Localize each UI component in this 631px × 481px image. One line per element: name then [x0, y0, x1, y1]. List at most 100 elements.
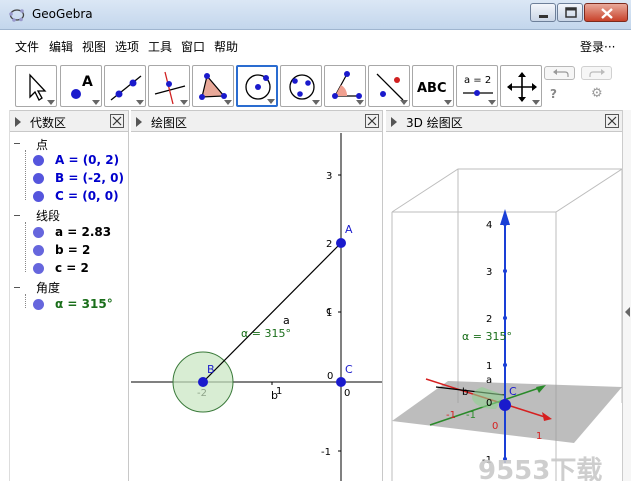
menu-bar: 文件 编辑 视图 选项 工具 窗口 帮助 登录···: [0, 30, 631, 60]
toolbar: A ABC a = 2 ? ⚙: [0, 60, 631, 110]
algebra-item-c[interactable]: c = 2: [55, 261, 89, 275]
collapse-icon[interactable]: [14, 143, 20, 144]
collapse-left-arrow-icon[interactable]: [625, 307, 630, 317]
graphics-view: 绘图区 3 2 1 0 -1 -2 1 0 A B C a b c α = 31…: [131, 110, 383, 481]
text-tool[interactable]: ABC: [412, 65, 454, 107]
expand-arrow-icon[interactable]: [391, 117, 397, 127]
minimize-button[interactable]: [530, 3, 556, 22]
label-segment-c: c: [326, 304, 332, 317]
close-icon: [601, 8, 613, 19]
slider-tool[interactable]: a = 2: [456, 65, 498, 107]
graphics-view-header: 绘图区: [131, 110, 382, 132]
menu-edit[interactable]: 编辑: [49, 38, 73, 55]
graphics-3d-close-button[interactable]: [605, 114, 619, 128]
visibility-toggle-icon[interactable]: [33, 245, 44, 256]
x-tick-0-3d: 0: [492, 421, 498, 432]
visibility-toggle-icon[interactable]: [33, 173, 44, 184]
algebra-item-C[interactable]: C = (0, 0): [55, 189, 119, 203]
redo-icon: [589, 69, 605, 77]
graphics-3d-view-header: 3D 绘图区: [386, 110, 622, 132]
visibility-toggle-icon[interactable]: [33, 227, 44, 238]
point-A[interactable]: [336, 238, 346, 248]
label-segment-b: b: [271, 389, 278, 402]
visibility-toggle-icon[interactable]: [33, 155, 44, 166]
segment-a[interactable]: [202, 242, 342, 383]
graphics-canvas[interactable]: 3 2 1 0 -1 -2 1 0 A B C a b c α = 315°: [131, 133, 383, 481]
menu-help[interactable]: 帮助: [214, 38, 238, 55]
label-a-3d: a: [486, 375, 492, 386]
perpendicular-line-tool[interactable]: [148, 65, 190, 107]
algebra-item-B[interactable]: B = (-2, 0): [55, 171, 124, 185]
right-sidebar-strip: [622, 110, 631, 481]
point-tool[interactable]: A: [60, 65, 102, 107]
undo-icon: [553, 69, 569, 77]
tree-line: [25, 294, 26, 308]
algebra-item-A[interactable]: A = (0, 2): [55, 153, 119, 167]
expand-arrow-icon[interactable]: [136, 117, 142, 127]
menu-window[interactable]: 窗口: [181, 38, 205, 55]
angle-tool[interactable]: [324, 65, 366, 107]
graphics-3d-view-title: 3D 绘图区: [406, 116, 463, 130]
expand-arrow-icon[interactable]: [15, 117, 21, 127]
z-tick-2: 2: [486, 314, 492, 325]
point-C-3d[interactable]: [499, 399, 511, 411]
maximize-button[interactable]: [557, 3, 583, 22]
move-tool[interactable]: [15, 65, 57, 107]
graphics-view-title: 绘图区: [151, 116, 188, 130]
y-tick-neg1-3d: -1: [466, 410, 476, 421]
close-icon: [112, 116, 122, 126]
z-tick-4: 4: [486, 220, 492, 231]
label-A: A: [345, 223, 353, 236]
close-button[interactable]: [584, 3, 628, 22]
redo-button[interactable]: [581, 66, 612, 80]
menu-view[interactable]: 视图: [82, 38, 106, 55]
point-C[interactable]: [336, 377, 346, 387]
title-bar: GeoGebra: [0, 0, 631, 30]
y-tick-3: 3: [326, 171, 332, 182]
watermark: 9553下载: [478, 456, 602, 481]
text-tool-label: ABC: [417, 81, 447, 96]
xy-plane: [392, 381, 622, 443]
menu-file[interactable]: 文件: [15, 38, 39, 55]
label-C-3d: C: [509, 385, 517, 398]
login-button[interactable]: 登录···: [580, 38, 615, 55]
settings-gear-icon[interactable]: ⚙: [591, 86, 603, 101]
x-tick-neg1-3d: -1: [446, 410, 456, 421]
label-B: B: [207, 363, 215, 376]
algebra-view: 代数区 点 A = (0, 2) B = (-2, 0) C = (0, 0) …: [10, 110, 129, 481]
menu-tools[interactable]: 工具: [148, 38, 172, 55]
left-margin: [0, 110, 10, 481]
help-icon[interactable]: ?: [550, 87, 557, 101]
move-view-tool[interactable]: [500, 65, 542, 107]
visibility-toggle-icon[interactable]: [33, 299, 44, 310]
label-b-3d: b: [462, 387, 468, 398]
label-angle-3d: α = 315°: [462, 330, 512, 343]
collapse-icon[interactable]: [14, 215, 20, 216]
tree-line: [25, 222, 26, 272]
algebra-item-b[interactable]: b = 2: [55, 243, 90, 257]
visibility-toggle-icon[interactable]: [33, 263, 44, 274]
polygon-tool[interactable]: [192, 65, 234, 107]
algebra-item-alpha[interactable]: α = 315°: [55, 297, 113, 311]
graphics-close-button[interactable]: [365, 114, 379, 128]
visibility-toggle-icon[interactable]: [33, 191, 44, 202]
undo-button[interactable]: [544, 66, 575, 80]
line-tool[interactable]: [104, 65, 146, 107]
circle-three-points-tool[interactable]: [280, 65, 322, 107]
z-tick-3: 3: [486, 267, 492, 278]
collapse-icon[interactable]: [14, 287, 20, 288]
category-points: 点: [36, 138, 49, 152]
y-tick-2: 2: [326, 239, 332, 250]
algebra-item-a[interactable]: a = 2.83: [55, 225, 111, 239]
close-icon: [607, 116, 617, 126]
menu-options[interactable]: 选项: [115, 38, 139, 55]
label-angle-alpha: α = 315°: [241, 327, 291, 340]
label-segment-a: a: [283, 314, 290, 327]
graphics-3d-canvas[interactable]: 4 3 2 1 0 -1 α = 315° C b a -1 -1 0 1 95…: [386, 133, 622, 481]
z-tick-0: 0: [486, 398, 492, 409]
point-B[interactable]: [198, 377, 208, 387]
algebra-close-button[interactable]: [110, 114, 124, 128]
algebra-view-title: 代数区: [30, 116, 67, 130]
circle-tool[interactable]: [236, 65, 278, 107]
reflect-tool[interactable]: [368, 65, 410, 107]
